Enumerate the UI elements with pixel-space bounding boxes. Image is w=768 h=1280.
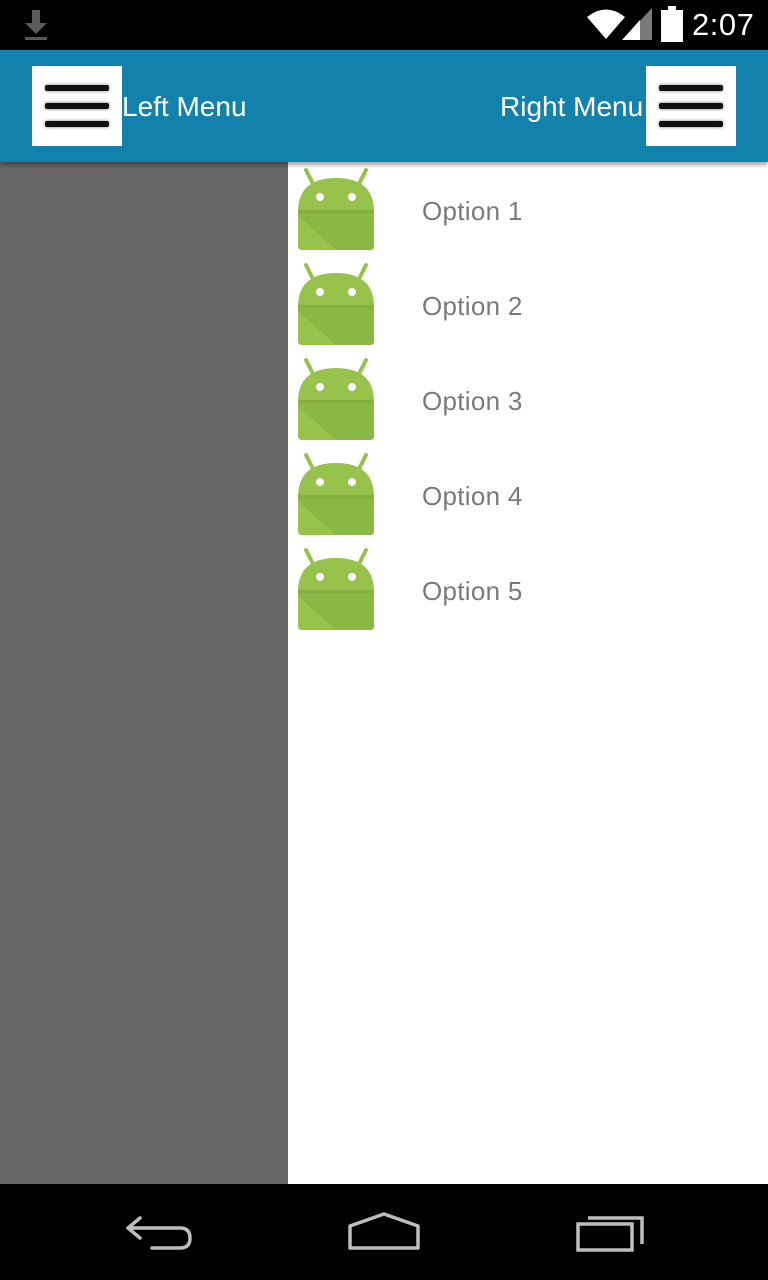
android-icon	[298, 358, 374, 440]
hamburger-icon-bar	[659, 103, 723, 109]
left-menu-title[interactable]: Left Menu	[122, 88, 247, 126]
action-bar: Left Menu Right Menu	[0, 50, 768, 162]
hamburger-icon-bar	[45, 121, 109, 127]
left-menu-button[interactable]	[32, 66, 122, 146]
right-menu-button[interactable]	[646, 66, 736, 146]
status-bar: 2:07	[0, 0, 768, 50]
clock: 2:07	[692, 7, 755, 42]
android-icon	[298, 263, 374, 345]
right-menu-title[interactable]: Right Menu	[500, 88, 643, 126]
recents-icon[interactable]	[570, 1206, 650, 1258]
drawer-item-label: Option 5	[422, 576, 523, 606]
hamburger-icon-bar	[45, 103, 109, 109]
drawer-item-label: Option 3	[422, 386, 523, 416]
drawer-item-label: Option 2	[422, 291, 523, 321]
battery-icon	[661, 6, 683, 42]
hamburger-icon	[45, 85, 109, 91]
android-icon	[298, 548, 374, 630]
back-icon[interactable]	[120, 1206, 200, 1258]
right-drawer: Option 1 Option 2 Option 3 Option 4 Opti…	[288, 162, 768, 1184]
drawer-item-option-5[interactable]: Option 5	[288, 542, 768, 637]
main-content-scrim[interactable]	[0, 162, 288, 1184]
drawer-item-option-2[interactable]: Option 2	[288, 257, 768, 352]
navigation-bar	[0, 1184, 768, 1280]
hamburger-icon-bar	[659, 121, 723, 127]
signal-icon	[622, 8, 652, 40]
drawer-item-option-3[interactable]: Option 3	[288, 352, 768, 447]
drawer-item-label: Option 1	[422, 196, 523, 226]
download-icon	[25, 10, 47, 40]
drawer-item-option-4[interactable]: Option 4	[288, 447, 768, 542]
screen: 2:07 Left Menu Right Menu Option 1 Optio…	[0, 0, 768, 1280]
drawer-item-option-1[interactable]: Option 1	[288, 162, 768, 257]
drawer-item-label: Option 4	[422, 481, 523, 511]
wifi-icon	[587, 9, 625, 39]
android-icon	[298, 168, 374, 250]
android-icon	[298, 453, 374, 535]
hamburger-icon	[659, 85, 723, 91]
home-icon[interactable]	[344, 1206, 424, 1258]
